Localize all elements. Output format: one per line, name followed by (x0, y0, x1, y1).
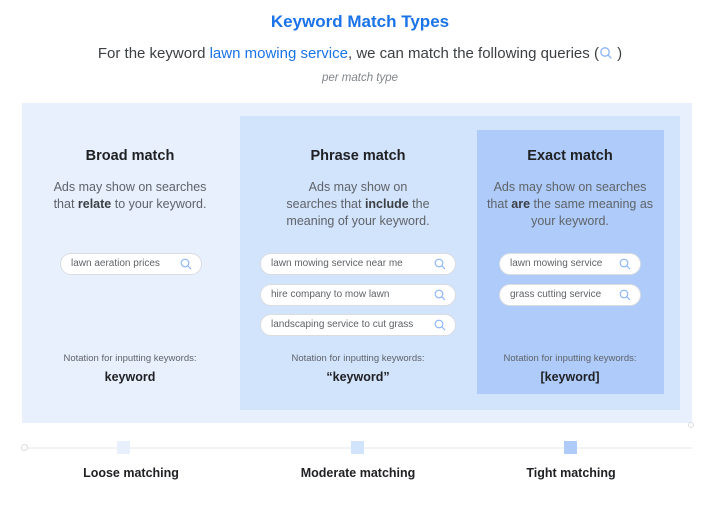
loose-matching-label: Loose matching (83, 466, 179, 480)
loose-marker (117, 441, 130, 454)
broad-notation: Notation for inputting keywords: keyword (40, 353, 220, 384)
subtitle: For the keyword lawn mowing service, we … (0, 45, 720, 62)
match-type-description: Ads may show on searches that relate to … (53, 180, 207, 211)
subtitle-note: per match type (321, 72, 399, 84)
tight-marker (564, 441, 577, 454)
match-type-title: Broad match (85, 148, 175, 164)
notation-label: Notation for inputting keywords: (291, 353, 425, 364)
notation-value: “keyword” (326, 370, 390, 384)
subtitle-prefix: For the keyword (97, 45, 210, 62)
moderate-marker (351, 441, 364, 454)
match-type-title: Phrase match (310, 148, 406, 164)
phrase-notation: Notation for inputting keywords: “keywor… (256, 353, 460, 384)
match-type-description: Ads may show on searches that are the sa… (486, 180, 654, 228)
search-icon (434, 319, 446, 331)
phrase-match-column: Phrase match Ads may show on searches th… (256, 148, 460, 230)
tight-matching-label: Tight matching (526, 466, 616, 480)
subtitle-end: ) (612, 45, 623, 62)
search-icon (619, 258, 631, 270)
search-query-pill: lawn aeration prices (60, 253, 202, 275)
page-title: Keyword Match Types (270, 12, 450, 31)
subtitle-keyword: lawn mowing service (209, 45, 348, 62)
search-query-pill: lawn mowing service (499, 253, 641, 275)
notation-value: keyword (104, 370, 156, 384)
exact-notation: Notation for inputting keywords: [keywor… (485, 353, 655, 384)
search-icon (434, 258, 446, 270)
match-type-title: Exact match (527, 148, 613, 164)
notation-label: Notation for inputting keywords: (63, 353, 197, 364)
subtitle-suffix: , we can match the following queries ( (347, 45, 599, 62)
search-icon (600, 47, 612, 59)
search-icon (180, 258, 192, 270)
search-query-pill: lawn mowing service near me (260, 253, 456, 275)
search-query-pill: grass cutting service (499, 284, 641, 306)
notation-label: Notation for inputting keywords: (503, 353, 637, 364)
corner-dot (688, 422, 694, 428)
scale-start-dot (21, 444, 28, 451)
search-icon (434, 289, 446, 301)
moderate-matching-label: Moderate matching (300, 466, 416, 480)
match-type-description: Ads may show on searches that include th… (286, 180, 430, 228)
broad-match-column: Broad match Ads may show on searches tha… (40, 148, 220, 213)
notation-value: [keyword] (540, 370, 600, 384)
search-icon (619, 289, 631, 301)
exact-match-column: Exact match Ads may show on searches tha… (485, 148, 655, 230)
search-query-pill: hire company to mow lawn (260, 284, 456, 306)
search-query-pill: landscaping service to cut grass (260, 314, 456, 336)
